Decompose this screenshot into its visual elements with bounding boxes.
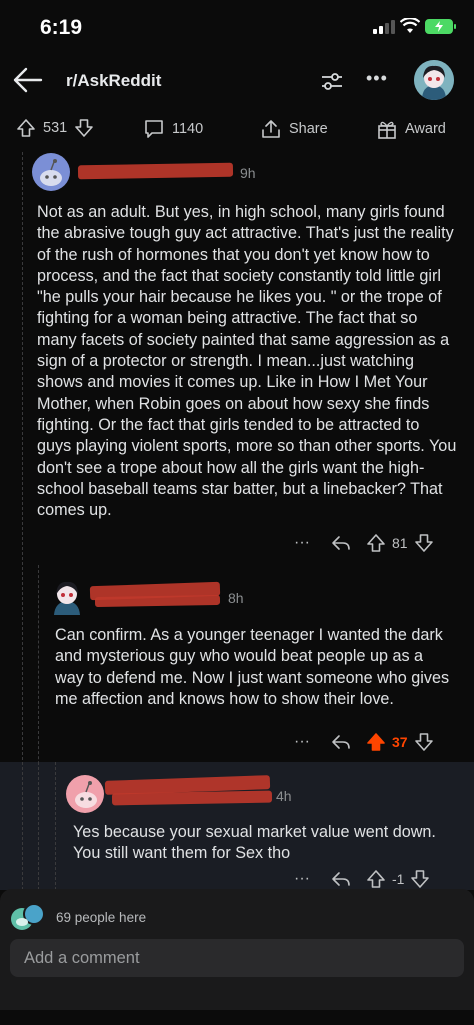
comment-actions: ··· -1 bbox=[294, 867, 430, 891]
comment-body: Can confirm. As a younger teenager I wan… bbox=[55, 626, 450, 708]
comment-time: 9h bbox=[240, 165, 256, 181]
sort-filter-icon[interactable] bbox=[320, 70, 344, 92]
post-score: 531 bbox=[43, 120, 68, 136]
add-comment-placeholder: Add a comment bbox=[24, 949, 140, 967]
vote-control: 531 bbox=[16, 118, 94, 138]
people-here-label: 69 people here bbox=[56, 909, 147, 925]
status-bar: 6:19 bbox=[0, 0, 474, 56]
add-comment-input[interactable]: Add a comment bbox=[10, 939, 464, 977]
comment-score: -1 bbox=[392, 871, 405, 887]
comment-actions: ··· 37 bbox=[294, 730, 434, 754]
more-options-icon[interactable]: ··· bbox=[294, 534, 320, 552]
comment-count: 1140 bbox=[172, 121, 204, 137]
comment-score: 81 bbox=[392, 535, 408, 551]
commenter-avatar[interactable] bbox=[32, 153, 70, 191]
reply-icon[interactable] bbox=[330, 732, 352, 752]
commenter-avatar[interactable] bbox=[66, 775, 104, 813]
back-arrow-icon[interactable] bbox=[12, 66, 44, 94]
comment-body: Not as an adult. But yes, in high school… bbox=[37, 203, 457, 520]
user-avatar[interactable] bbox=[414, 60, 454, 100]
home-indicator-area bbox=[0, 1010, 474, 1025]
battery-icon bbox=[425, 19, 456, 34]
status-time: 6:19 bbox=[40, 16, 83, 39]
comment-time: 4h bbox=[276, 788, 292, 804]
more-options-icon[interactable]: ••• bbox=[366, 68, 388, 89]
award-label: Award bbox=[405, 121, 446, 137]
header: r/AskReddit ••• bbox=[0, 56, 474, 106]
thread-line bbox=[55, 762, 56, 890]
reply-icon[interactable] bbox=[330, 869, 352, 889]
reply-icon[interactable] bbox=[330, 533, 352, 553]
share-button[interactable]: Share bbox=[260, 118, 328, 140]
comment-body: Yes because your sexual market value wen… bbox=[73, 823, 436, 863]
comment-score: 37 bbox=[392, 734, 408, 750]
thread-line bbox=[22, 762, 23, 890]
award-button[interactable]: Award bbox=[376, 118, 446, 140]
share-icon bbox=[262, 120, 280, 138]
more-options-icon[interactable]: ··· bbox=[294, 870, 320, 888]
more-options-icon[interactable]: ··· bbox=[294, 733, 320, 751]
downvote-icon[interactable] bbox=[414, 732, 434, 752]
post-action-bar: 531 1140 Share Award bbox=[0, 110, 474, 150]
upvote-active-icon[interactable] bbox=[366, 732, 386, 752]
redacted-username bbox=[77, 162, 234, 180]
downvote-icon[interactable] bbox=[414, 533, 434, 553]
comments-button[interactable]: 1140 bbox=[143, 118, 203, 140]
commenter-avatar[interactable] bbox=[48, 577, 86, 615]
comment-actions: ··· 81 bbox=[294, 531, 434, 555]
award-icon bbox=[378, 121, 396, 139]
upvote-icon[interactable] bbox=[16, 118, 36, 138]
comment-composer-panel: 69 people here Add a comment bbox=[0, 889, 474, 1025]
people-here: 69 people here bbox=[10, 903, 146, 931]
comment-time: 8h bbox=[228, 590, 244, 606]
redacted-username bbox=[94, 594, 221, 608]
comment-icon bbox=[145, 120, 163, 138]
signal-icon bbox=[373, 20, 395, 34]
wifi-icon bbox=[400, 18, 420, 33]
downvote-icon[interactable] bbox=[74, 118, 94, 138]
downvote-icon[interactable] bbox=[410, 869, 430, 889]
upvote-icon[interactable] bbox=[366, 869, 386, 889]
subreddit-title[interactable]: r/AskReddit bbox=[66, 71, 161, 91]
thread-line bbox=[38, 762, 39, 890]
people-avatars-icon bbox=[11, 903, 45, 930]
share-label: Share bbox=[289, 121, 328, 137]
upvote-icon[interactable] bbox=[366, 533, 386, 553]
